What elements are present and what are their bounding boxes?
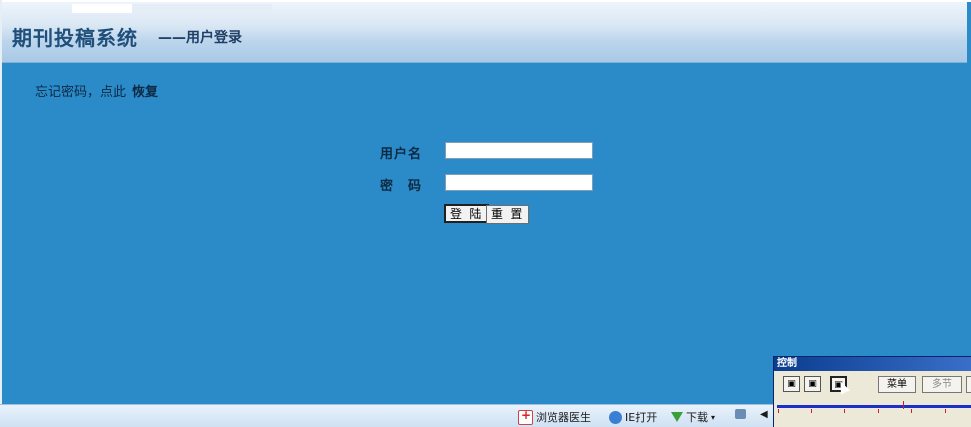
control-button-1[interactable]: ▣: [783, 376, 800, 392]
control-button-2[interactable]: ▣: [804, 376, 821, 392]
login-button[interactable]: 登 陆: [444, 204, 490, 223]
ie-open-item[interactable]: IE打开: [609, 409, 657, 425]
control-panel-title: 控制: [774, 357, 971, 371]
recover-prompt: 忘记密码，点此: [35, 85, 127, 100]
username-label: 用户名: [380, 147, 423, 162]
ie-icon: [609, 410, 622, 424]
download-label: 下载: [686, 411, 708, 424]
multi-section-button[interactable]: 多节: [922, 376, 962, 393]
track-tick: [878, 409, 879, 413]
download-item[interactable]: 下载 ▾: [671, 409, 715, 425]
ie-open-label: IE打开: [625, 411, 658, 424]
reset-button[interactable]: 重 置: [486, 205, 530, 224]
progress-track[interactable]: [777, 405, 971, 408]
track-tick: [844, 409, 845, 413]
browser-doctor-label: 浏览器医生: [536, 411, 591, 424]
speaker-icon: ◀: [760, 409, 768, 420]
password-label: 密 码: [380, 179, 423, 194]
password-input[interactable]: [445, 174, 593, 191]
track-tick: [778, 409, 779, 413]
app-title: 期刊投稿系统: [12, 26, 138, 50]
page-header: 期刊投稿系统 ——用户登录: [2, 2, 967, 63]
browser-doctor-item[interactable]: 浏览器医生: [518, 408, 591, 425]
volume-item[interactable]: ◀: [760, 409, 768, 420]
track-tick: [911, 409, 912, 413]
recover-link[interactable]: 恢复: [132, 85, 158, 100]
chevron-down-icon[interactable]: ▾: [711, 413, 715, 422]
doctor-icon: [518, 408, 533, 425]
track-tick: [945, 409, 946, 413]
window-item[interactable]: [735, 409, 746, 419]
window-icon: [735, 409, 746, 419]
download-icon: [671, 412, 683, 422]
control-button-more[interactable]: [966, 376, 971, 393]
recover-password-line: 忘记密码，点此 恢复: [35, 81, 158, 100]
track-tick: [811, 409, 812, 413]
page-subtitle: ——用户登录: [158, 30, 242, 46]
control-panel[interactable]: 控制 ▣ ▣ ▣ 菜单 多节: [773, 356, 971, 427]
header-tab-strip: [72, 4, 272, 14]
track-marker[interactable]: [903, 401, 904, 409]
menu-button[interactable]: 菜单: [878, 376, 916, 393]
username-input[interactable]: [445, 142, 593, 159]
